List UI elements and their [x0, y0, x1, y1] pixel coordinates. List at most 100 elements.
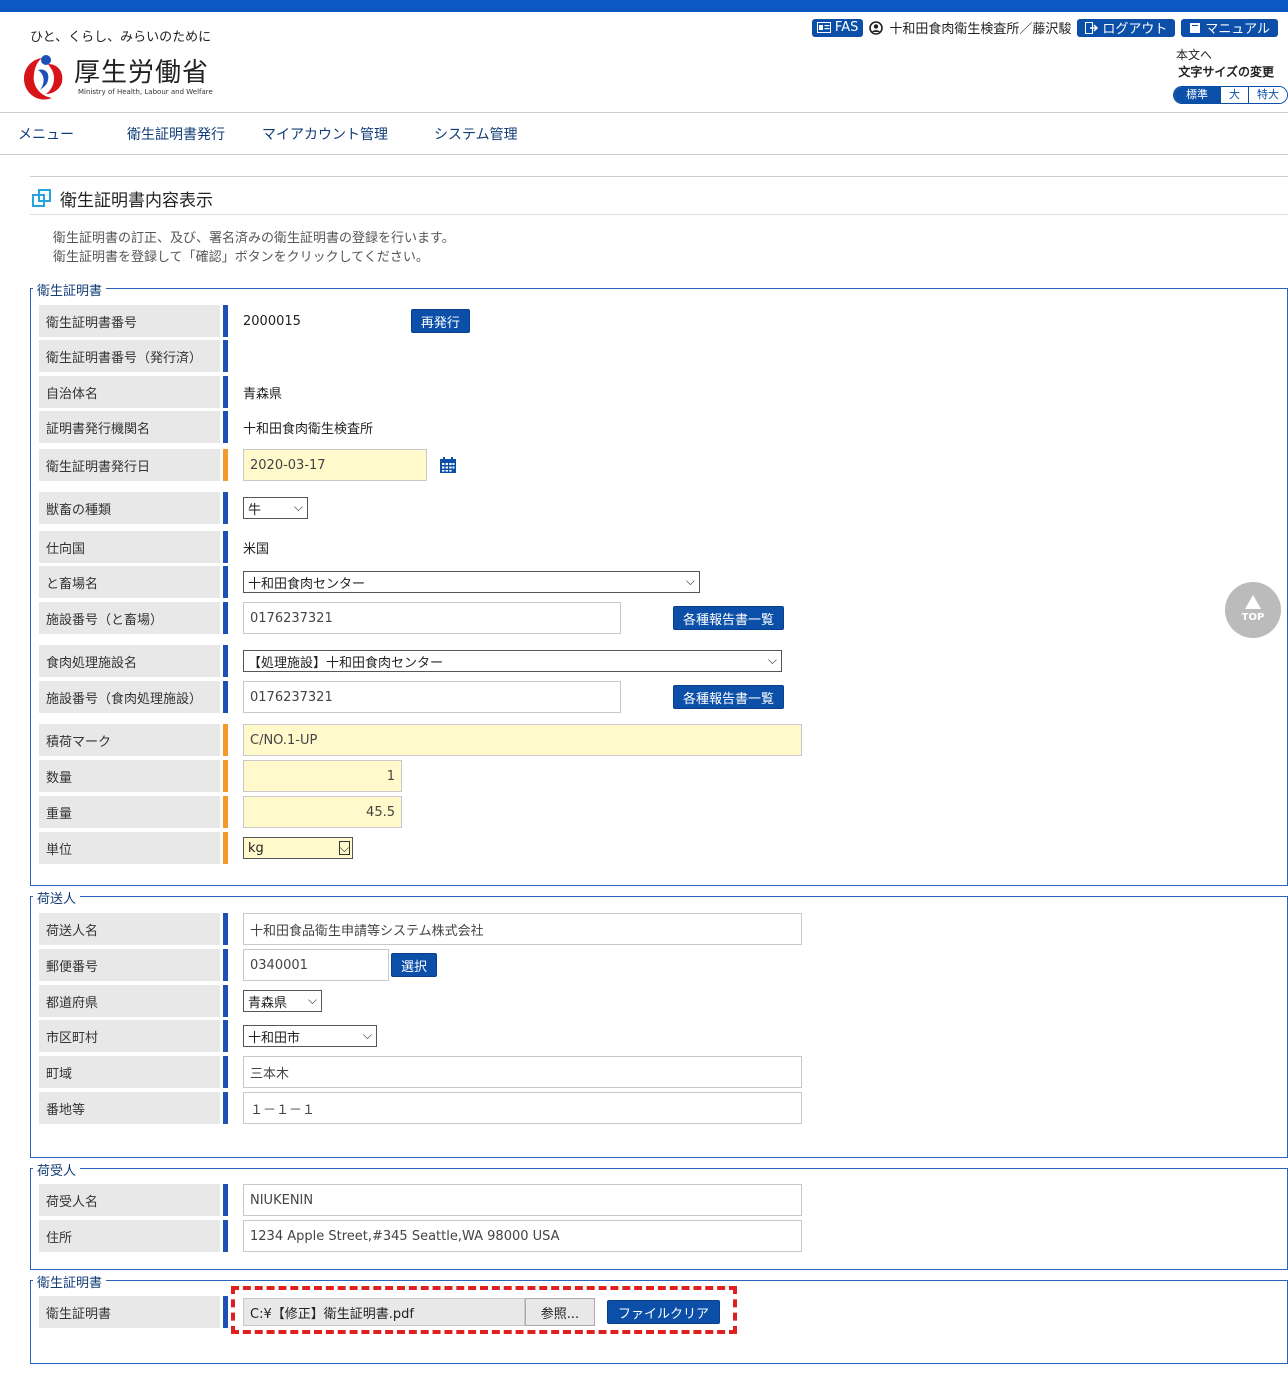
- skip-to-content-link[interactable]: 本文へ: [1176, 46, 1212, 63]
- required-bar: [223, 832, 228, 864]
- required-bar: [223, 760, 228, 792]
- user-name: 十和田食肉衛生検査所／藤沢駿: [889, 22, 1072, 37]
- row-address: 番地等 １－１－１: [39, 1092, 802, 1124]
- field-bar: [223, 376, 228, 408]
- label-processing: 食肉処理施設名: [39, 645, 223, 677]
- label-processing-no: 施設番号（食肉処理施設）: [39, 681, 223, 713]
- label-unit: 単位: [39, 832, 223, 864]
- processing-no-input[interactable]: 0176237321: [243, 681, 621, 713]
- city-value: 十和田市: [248, 1030, 301, 1046]
- field-bar: [223, 1092, 228, 1124]
- label-cert-number: 衛生証明書番号: [39, 305, 223, 337]
- field-bar: [223, 1296, 228, 1328]
- id-card-icon: [816, 22, 831, 33]
- row-destination: 仕向国 米国: [39, 531, 269, 563]
- pref-select[interactable]: 青森県 ⌵: [243, 990, 322, 1012]
- field-bar: [223, 340, 228, 372]
- field-bar: [223, 985, 228, 1017]
- book-icon: [1190, 22, 1201, 33]
- label-town: 町域: [39, 1056, 223, 1088]
- row-unit: 単位 kg ⌵: [39, 832, 353, 864]
- ministry-logo[interactable]: 厚生労働省 Ministry of Health, Labour and Wel…: [18, 50, 258, 104]
- ministry-logo-icon: [23, 55, 63, 100]
- town-input[interactable]: 三本木: [243, 1056, 802, 1088]
- zip-input[interactable]: 0340001: [243, 949, 389, 981]
- nav-certificate-issue[interactable]: 衛生証明書発行: [127, 124, 225, 144]
- calendar-icon[interactable]: [439, 456, 457, 474]
- label-upload: 衛生証明書: [39, 1296, 223, 1328]
- font-size-large[interactable]: 大: [1220, 87, 1248, 103]
- font-size-standard[interactable]: 標準: [1174, 87, 1220, 103]
- font-size-switcher: 標準 大 特大: [1173, 86, 1288, 104]
- nav-system-admin[interactable]: システム管理: [434, 124, 518, 144]
- label-pref: 都道府県: [39, 985, 223, 1017]
- pref-value: 青森県: [248, 995, 288, 1011]
- arrow-up-icon: [1245, 595, 1261, 609]
- issue-date-input[interactable]: 2020-03-17: [243, 449, 427, 481]
- font-size-label: 文字サイズの変更: [1178, 65, 1274, 79]
- consignee-address-input[interactable]: 1234 Apple Street,#345 Seattle,WA 98000 …: [243, 1220, 802, 1252]
- reissue-button[interactable]: 再発行: [410, 309, 470, 333]
- field-bar: [223, 492, 228, 524]
- chevron-down-icon: ⌵: [338, 841, 350, 855]
- page-description: 衛生証明書の訂正、及び、署名済みの衛生証明書の登録を行います。 衛生証明書を登録…: [53, 229, 455, 267]
- consignee-fieldset: 荷受人 荷受人名 NIUKENIN 住所 1234 Apple Street,#…: [30, 1160, 1288, 1270]
- address-input[interactable]: １－１－１: [243, 1092, 802, 1124]
- processing-select[interactable]: 【処理施設】十和田食肉センター ⌵: [243, 650, 782, 672]
- label-city: 市区町村: [39, 1020, 223, 1052]
- label-issuer: 証明書発行機関名: [39, 411, 223, 443]
- global-nav: メニュー 衛生証明書発行 マイアカウント管理 システム管理: [0, 112, 1288, 155]
- slaughter-no-input[interactable]: 0176237321: [243, 602, 621, 634]
- page-title: 衛生証明書内容表示: [32, 186, 213, 211]
- row-town: 町域 三本木: [39, 1056, 802, 1088]
- row-pref: 都道府県 青森県 ⌵: [39, 985, 322, 1017]
- consignee-legend: 荷受人: [33, 1160, 81, 1179]
- row-processing: 食肉処理施設名 【処理施設】十和田食肉センター ⌵: [39, 645, 782, 677]
- logout-icon: [1085, 21, 1099, 34]
- label-municipality: 自治体名: [39, 376, 223, 408]
- nav-menu[interactable]: メニュー: [18, 124, 74, 144]
- processing-reports-button[interactable]: 各種報告書一覧: [673, 685, 785, 709]
- unit-value: kg: [248, 840, 264, 856]
- row-processing-no: 施設番号（食肉処理施設） 0176237321 各種報告書一覧: [39, 681, 785, 713]
- slaughterhouse-value: 十和田食肉センター: [248, 576, 366, 592]
- divider: [30, 176, 1288, 177]
- animal-type-select[interactable]: 牛 ⌵: [243, 497, 308, 519]
- row-slaughter-no: 施設番号（と畜場） 0176237321 各種報告書一覧: [39, 602, 785, 634]
- shipper-legend: 荷送人: [33, 888, 81, 907]
- row-municipality: 自治体名 青森県: [39, 376, 282, 408]
- font-size-xlarge[interactable]: 特大: [1248, 87, 1287, 103]
- consignee-name-input[interactable]: NIUKENIN: [243, 1184, 802, 1216]
- cert-number-text: 2000015: [243, 313, 301, 329]
- zip-select-button[interactable]: 選択: [391, 953, 438, 977]
- manual-button[interactable]: マニュアル: [1181, 18, 1278, 37]
- processing-value: 【処理施設】十和田食肉センター: [248, 655, 444, 671]
- label-zip: 郵便番号: [39, 949, 223, 981]
- row-cert-number: 衛生証明書番号 2000015 再発行: [39, 305, 470, 337]
- logout-button[interactable]: ログアウト: [1077, 18, 1176, 37]
- back-to-top-button[interactable]: TOP: [1225, 582, 1281, 638]
- city-select[interactable]: 十和田市 ⌵: [243, 1025, 377, 1047]
- quantity-input[interactable]: 1: [243, 760, 402, 792]
- nav-my-account[interactable]: マイアカウント管理: [262, 124, 388, 144]
- slaughterhouse-select[interactable]: 十和田食肉センター ⌵: [243, 571, 700, 593]
- label-quantity: 数量: [39, 760, 223, 792]
- field-bar: [223, 681, 228, 713]
- required-bar: [223, 724, 228, 756]
- shipper-name-input[interactable]: 十和田食品衛生申請等システム株式会社: [243, 913, 802, 945]
- row-city: 市区町村 十和田市 ⌵: [39, 1020, 377, 1052]
- user-circle-icon: [869, 20, 884, 35]
- slaughter-reports-button[interactable]: 各種報告書一覧: [673, 606, 785, 630]
- label-animal-type: 獣畜の種類: [39, 492, 223, 524]
- unit-select[interactable]: kg ⌵: [243, 837, 353, 859]
- top-blue-bar: [0, 0, 1288, 12]
- chevron-down-icon: ⌵: [293, 500, 303, 514]
- mark-input[interactable]: C/NO.1-UP: [243, 724, 802, 756]
- fas-label: FAS: [834, 20, 859, 35]
- title-squares-icon: [32, 188, 52, 209]
- fas-button[interactable]: FAS: [811, 18, 864, 37]
- cert-number-value: 2000015: [243, 314, 301, 329]
- label-mark: 積荷マーク: [39, 724, 223, 756]
- row-weight: 重量 45.5: [39, 796, 402, 828]
- weight-input[interactable]: 45.5: [243, 796, 402, 828]
